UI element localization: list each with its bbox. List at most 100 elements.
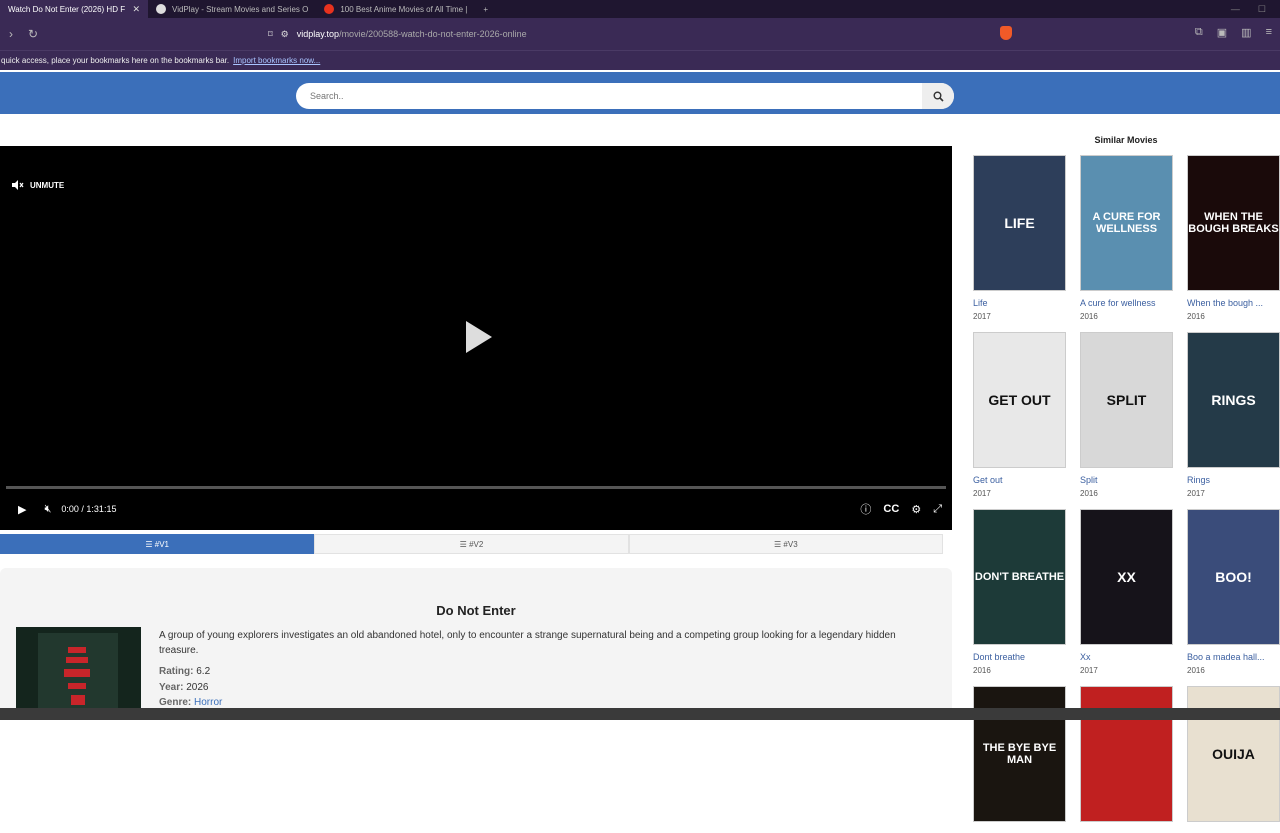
url-host: vidplay.top	[296, 29, 340, 39]
server-tab-v3[interactable]: ☰ #V3	[628, 534, 943, 554]
menu-icon[interactable]: ≡	[1266, 26, 1272, 39]
browser-toolbar: › ↻ ⌑ ⚙ vidplay.top/movie/200588-watch-d…	[0, 18, 1280, 50]
movie-card-title[interactable]: Life	[973, 298, 1066, 308]
search-input[interactable]	[296, 91, 922, 101]
video-player[interactable]: UNMUTE ▶ 🔇︎ 0:00 / 1:31:15 ⓘ CC ⚙ ⤢	[0, 146, 952, 530]
tab-vidplay[interactable]: VidPlay - Stream Movies and Series O	[148, 0, 316, 18]
movie-card[interactable]: LIFE Life 2017	[973, 155, 1066, 321]
movie-card[interactable]: SPLIT Split 2016	[1080, 332, 1173, 498]
list-icon: ☰	[774, 539, 784, 549]
list-icon: ☰	[459, 539, 470, 549]
list-icon: ☰	[145, 539, 155, 549]
tab-title: 100 Best Anime Movies of All Time |	[340, 4, 468, 14]
big-play-icon[interactable]	[466, 321, 492, 353]
info-icon[interactable]: ⓘ	[860, 501, 871, 517]
movie-poster	[16, 627, 141, 720]
movie-card-title[interactable]: Boo a madea hall...	[1187, 652, 1280, 662]
movie-card[interactable]: GET OUT Get out 2017	[973, 332, 1066, 498]
movie-card-year: 2017	[973, 489, 991, 498]
captions-button[interactable]: CC	[883, 503, 899, 515]
movie-card-poster[interactable]: RINGS	[1187, 332, 1280, 468]
search-bar	[296, 83, 954, 109]
movie-card-poster[interactable]: GET OUT	[973, 332, 1066, 468]
seek-bar[interactable]	[6, 486, 946, 489]
movie-card-poster[interactable]: THE BYE BYE MAN	[973, 686, 1066, 822]
movie-card[interactable]: DON'T BREATHE Dont breathe 2016	[973, 509, 1066, 675]
fullscreen-icon[interactable]: ⤢	[933, 503, 942, 516]
bookmarks-hint: quick access, place your bookmarks here …	[1, 56, 230, 65]
bookmark-icon[interactable]: ⌑	[268, 29, 273, 40]
movie-card-poster[interactable]: A CURE FOR WELLNESS	[1080, 155, 1173, 291]
poster-text: GET OUT	[988, 392, 1051, 408]
movie-card-poster[interactable]: WHEN THE BOUGH BREAKS	[1187, 155, 1280, 291]
movie-card-title[interactable]: When the bough ...	[1187, 298, 1280, 308]
movie-card[interactable]: A CURE FOR WELLNESS A cure for wellness 20…	[1080, 155, 1173, 321]
movie-card-year: 2017	[1080, 666, 1098, 675]
poster-text: DON'T BREATHE	[974, 571, 1065, 583]
poster-text: THE BYE BYE MAN	[982, 742, 1057, 766]
unmute-label: UNMUTE	[30, 180, 65, 190]
genre-link[interactable]: Horror	[194, 697, 222, 708]
movie-card-title[interactable]: Xx	[1080, 652, 1173, 662]
vidplay-favicon-icon	[156, 4, 166, 14]
movie-card-year: 2017	[1187, 489, 1205, 498]
sidebar-icon[interactable]: ▥	[1241, 26, 1251, 39]
poster-text: XX	[1117, 569, 1136, 585]
new-tab-button[interactable]: +	[475, 0, 496, 18]
movie-card-poster[interactable]: XX	[1080, 509, 1173, 645]
movie-card-poster[interactable]: OUIJA	[1187, 686, 1280, 822]
movie-card-poster[interactable]: LIFE	[973, 155, 1066, 291]
volume-muted-icon[interactable]: 🔇︎	[44, 503, 51, 516]
poster-text: OUIJA	[1212, 746, 1255, 762]
movie-card-year: 2016	[973, 666, 991, 675]
movie-card[interactable]: XX Xx 2017	[1080, 509, 1173, 675]
movie-description: A group of young explorers investigates …	[159, 630, 896, 656]
minimize-icon[interactable]: —	[1231, 4, 1240, 14]
poster-text: A CURE FOR WELLNESS	[1092, 211, 1161, 235]
movie-card-title[interactable]: Rings	[1187, 475, 1280, 485]
rating-row: Rating: 6.2	[159, 666, 211, 677]
search-button[interactable]	[922, 83, 954, 109]
movie-card[interactable]: WHEN THE BOUGH BREAKS When the bough ... 2…	[1187, 155, 1280, 321]
movie-card-title[interactable]: Get out	[973, 475, 1066, 485]
brave-shield-icon[interactable]	[1000, 26, 1012, 40]
year-row: Year: 2026	[159, 682, 209, 693]
tab-active[interactable]: Watch Do Not Enter (2026) HD F ✕	[0, 0, 148, 18]
unmute-button[interactable]: UNMUTE	[12, 180, 64, 190]
server-tab-v1[interactable]: ☰ #V1	[0, 534, 315, 554]
settings-icon[interactable]: ⚙	[911, 503, 921, 516]
tab-title: Watch Do Not Enter (2026) HD F	[8, 4, 126, 14]
toolbar-right-icons: ⧉ ▣ ▥ ≡	[1195, 26, 1272, 39]
extensions-icon[interactable]: ⧉	[1195, 26, 1203, 39]
server-label: #V2	[469, 539, 484, 549]
server-label: #V1	[154, 539, 169, 549]
movie-card-title[interactable]: Dont breathe	[973, 652, 1066, 662]
similar-movies-heading: Similar Movies	[1094, 135, 1158, 145]
movie-card-poster[interactable]: SPLIT	[1080, 332, 1173, 468]
poster-text: BOO!	[1215, 569, 1252, 585]
import-bookmarks-link[interactable]: Import bookmarks now...	[233, 56, 320, 65]
window-controls: — ☐	[1231, 0, 1280, 18]
tab-title: VidPlay - Stream Movies and Series O	[172, 4, 309, 14]
tab-anime[interactable]: 100 Best Anime Movies of All Time |	[316, 0, 475, 18]
reload-icon[interactable]: ↻	[22, 27, 44, 41]
movie-card[interactable]: RINGS Rings 2017	[1187, 332, 1280, 498]
movie-card-title[interactable]: Split	[1080, 475, 1173, 485]
movie-card-poster[interactable]	[1080, 686, 1173, 822]
play-icon[interactable]: ▶	[18, 503, 26, 516]
poster-text: RINGS	[1211, 392, 1256, 408]
movie-card-poster[interactable]: DON'T BREATHE	[973, 509, 1066, 645]
time-display: 0:00 / 1:31:15	[61, 504, 117, 514]
address-bar[interactable]: ⌑ ⚙ vidplay.top/movie/200588-watch-do-no…	[268, 23, 1016, 45]
movie-card-poster[interactable]: BOO!	[1187, 509, 1280, 645]
maximize-icon[interactable]: ☐	[1258, 4, 1266, 15]
close-tab-icon[interactable]: ✕	[132, 4, 140, 15]
movie-card[interactable]: BOO! Boo a madea hall... 2016	[1187, 509, 1280, 675]
poster-text: LIFE	[1004, 215, 1035, 231]
site-info-icon[interactable]: ⚙	[281, 29, 289, 40]
wallet-icon[interactable]: ▣	[1217, 26, 1227, 39]
movie-card-title[interactable]: A cure for wellness	[1080, 298, 1173, 308]
browser-tab-bar: Watch Do Not Enter (2026) HD F ✕ VidPlay…	[0, 0, 1280, 18]
server-tab-v2[interactable]: ☰ #V2	[314, 534, 629, 554]
forward-icon[interactable]: ›	[0, 27, 22, 41]
